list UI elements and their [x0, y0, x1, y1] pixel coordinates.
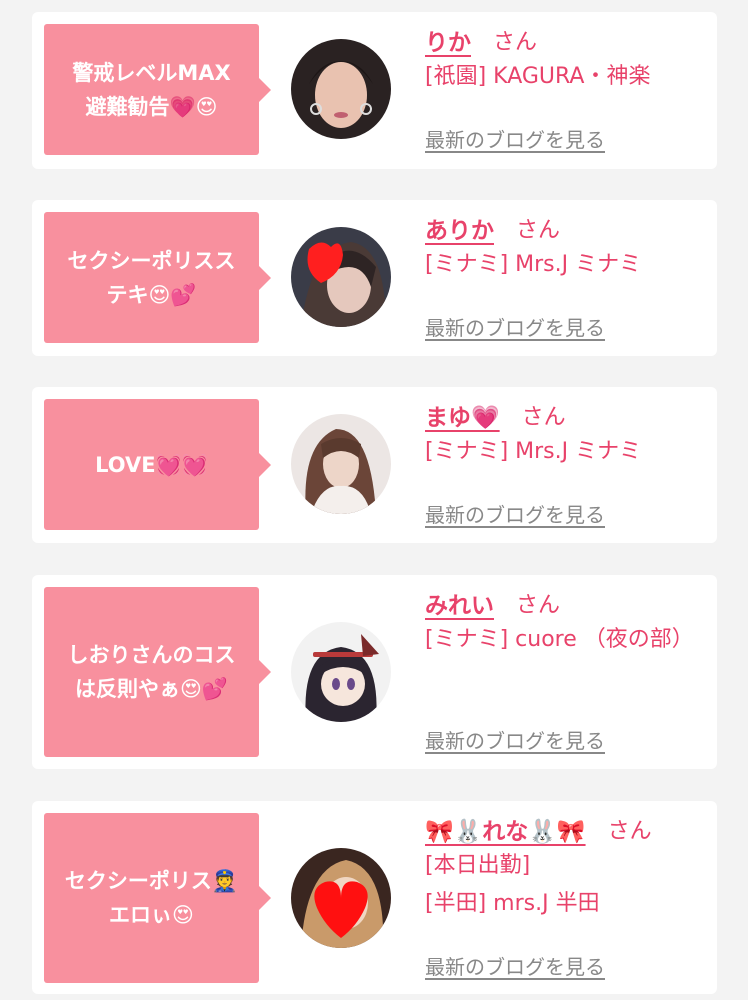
avatar-photo — [291, 39, 391, 139]
review-card: しおりさんのコス は反則やぁ😍💕 みれい さん [ミナミ] cuore （夜の部… — [32, 575, 717, 769]
latest-blog-link[interactable]: 最新のブログを見る — [425, 499, 605, 528]
shop-label: [半田] mrs.J 半田 — [425, 891, 600, 916]
honorific: さん — [521, 405, 566, 430]
girl-name-link[interactable]: まゆ💗 — [425, 398, 500, 432]
honorific: さん — [493, 30, 538, 55]
name-row: まゆ💗 さん — [425, 397, 707, 433]
review-card: 警戒レベルMAX 避難勧告💗😍 りか さん [祇園] KAGURA・神楽 最新の… — [32, 12, 717, 169]
name-row: ありか さん — [425, 210, 707, 246]
latest-blog-link[interactable]: 最新のブログを見る — [425, 951, 605, 980]
honorific: さん — [516, 593, 561, 618]
info-block: まゆ💗 さん [ミナミ] Mrs.J ミナミ — [425, 397, 707, 471]
avatar[interactable] — [291, 39, 391, 139]
shop-label: [祇園] KAGURA・神楽 — [425, 64, 651, 89]
latest-blog-link[interactable]: 最新のブログを見る — [425, 312, 605, 341]
shop-label: [ミナミ] Mrs.J ミナミ — [425, 439, 642, 464]
comment-bubble: セクシーポリス👮 エロぃ😍 — [44, 813, 271, 983]
review-card: セクシーポリス👮 エロぃ😍 🎀🐰れな🐰🎀 さん [本日出勤] [半田] mrs.… — [32, 801, 717, 994]
name-row: みれい さん — [425, 585, 707, 621]
avatar[interactable] — [291, 622, 391, 722]
review-card: セクシーポリスス テキ😍💕 ありか さん [ミナミ] Mrs.J ミナミ 最新の… — [32, 200, 717, 356]
honorific: さん — [607, 819, 652, 844]
girl-name-link[interactable]: ありか — [425, 211, 494, 245]
name-row: 🎀🐰れな🐰🎀 さん — [425, 811, 707, 847]
info-block: ありか さん [ミナミ] Mrs.J ミナミ — [425, 210, 707, 284]
comment-text: セクシーポリスス テキ😍💕 — [67, 248, 236, 307]
shop-label: [ミナミ] Mrs.J ミナミ — [425, 252, 642, 277]
avatar-photo — [291, 848, 391, 948]
comment-text: 警戒レベルMAX 避難勧告💗😍 — [72, 60, 231, 119]
comment-text: しおりさんのコス は反則やぁ😍💕 — [67, 643, 236, 701]
comment-text: セクシーポリス👮 エロぃ😍 — [64, 869, 239, 927]
review-list: 警戒レベルMAX 避難勧告💗😍 りか さん [祇園] KAGURA・神楽 最新の… — [0, 0, 748, 1000]
girl-name-link[interactable]: 🎀🐰れな🐰🎀 — [425, 812, 586, 846]
comment-text: LOVE💓💓 — [95, 452, 208, 477]
avatar[interactable] — [291, 414, 391, 514]
comment-bubble: LOVE💓💓 — [44, 399, 271, 530]
latest-blog-link[interactable]: 最新のブログを見る — [425, 124, 605, 153]
avatar-photo — [291, 227, 391, 327]
comment-bubble: セクシーポリスス テキ😍💕 — [44, 212, 271, 343]
status-label: [本日出勤] — [425, 853, 531, 878]
avatar-photo — [291, 622, 391, 722]
avatar[interactable] — [291, 227, 391, 327]
girl-name-link[interactable]: りか — [425, 23, 471, 57]
info-block: りか さん [祇園] KAGURA・神楽 — [425, 22, 707, 96]
avatar[interactable] — [291, 848, 391, 948]
info-block: みれい さん [ミナミ] cuore （夜の部） — [425, 585, 707, 659]
avatar-photo — [291, 414, 391, 514]
girl-name-link[interactable]: みれい — [425, 586, 494, 620]
shop-label: [ミナミ] cuore （夜の部） — [425, 627, 694, 652]
comment-bubble: 警戒レベルMAX 避難勧告💗😍 — [44, 24, 271, 155]
name-row: りか さん — [425, 22, 707, 58]
honorific: さん — [516, 218, 561, 243]
review-card: LOVE💓💓 まゆ💗 さん [ミナミ] Mrs.J ミナミ 最新のブログを見る — [32, 387, 717, 543]
comment-bubble: しおりさんのコス は反則やぁ😍💕 — [44, 587, 271, 757]
info-block: 🎀🐰れな🐰🎀 さん [本日出勤] [半田] mrs.J 半田 — [425, 811, 707, 923]
latest-blog-link[interactable]: 最新のブログを見る — [425, 725, 605, 754]
